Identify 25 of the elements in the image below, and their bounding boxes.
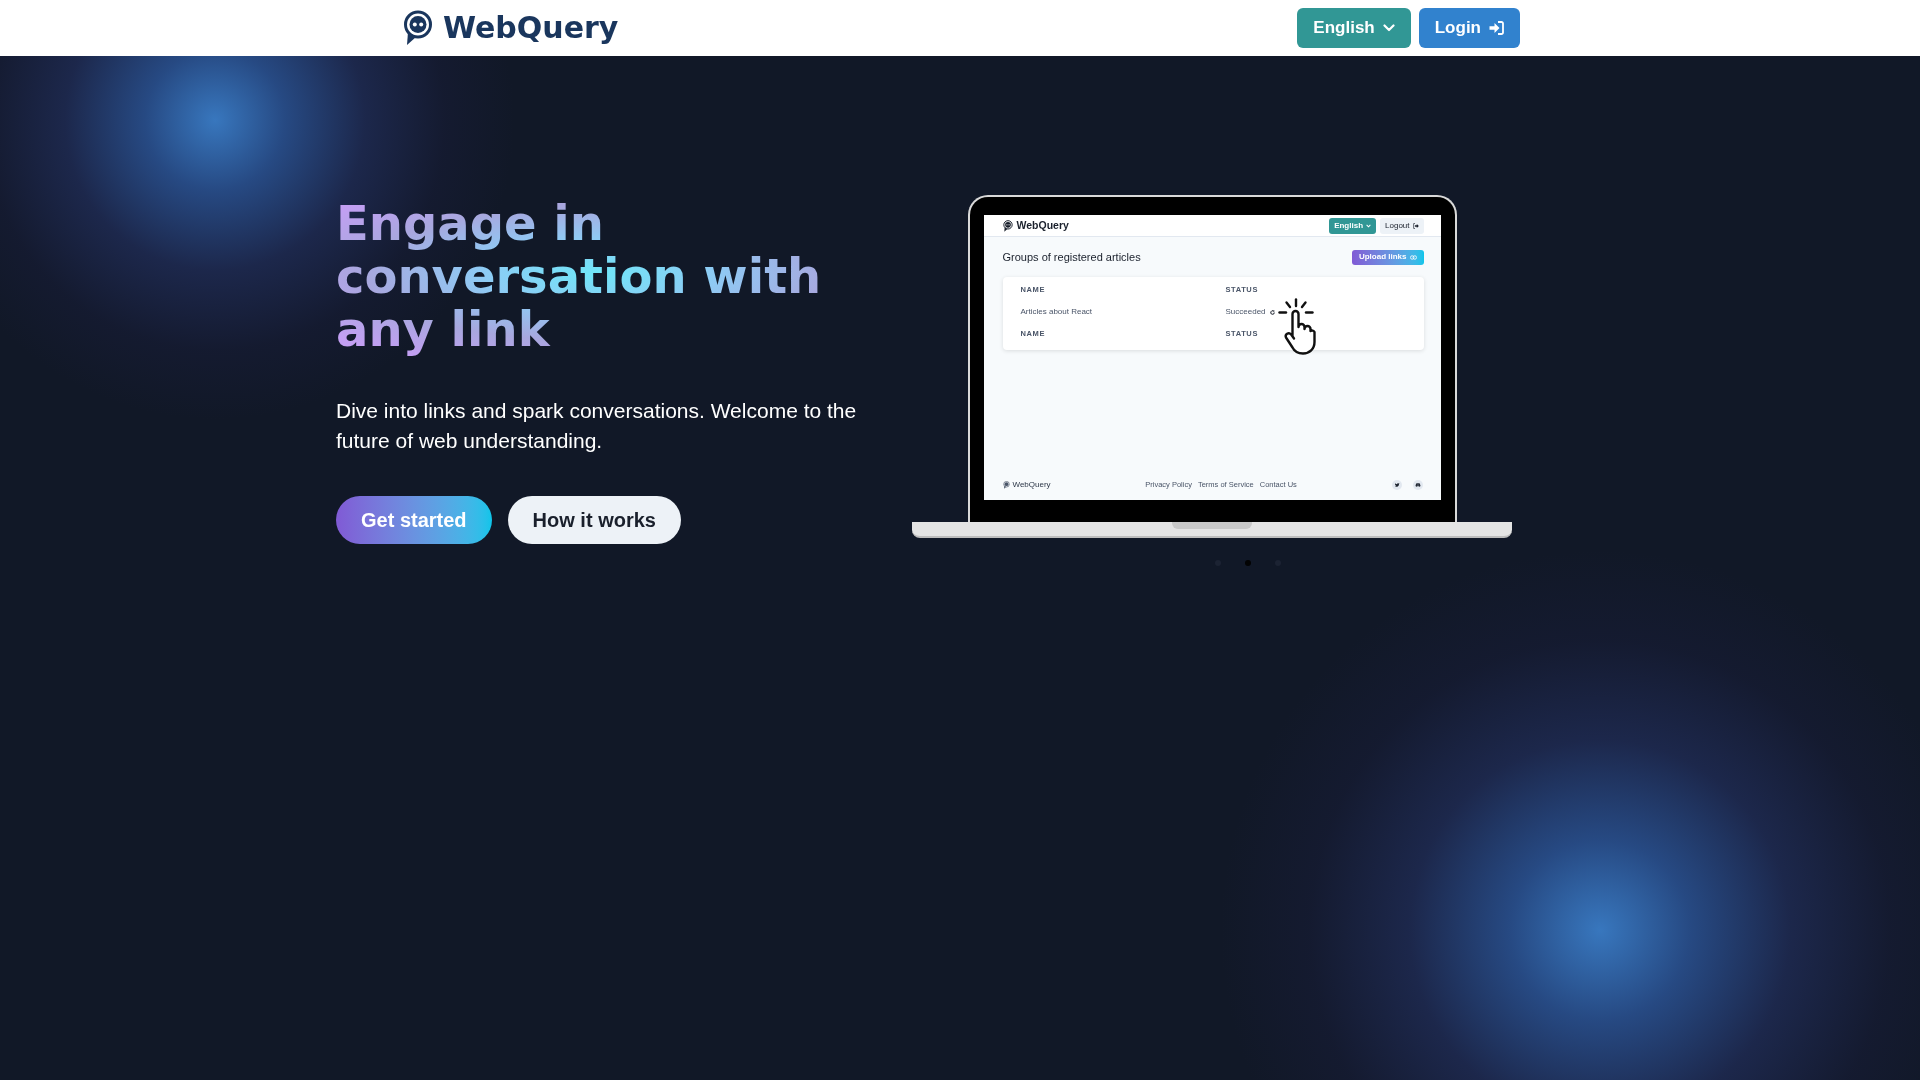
table-cell: Succeeded	[1225, 308, 1266, 316]
refresh-icon[interactable]	[1269, 309, 1275, 315]
page-title: Groups of registered articles	[1002, 251, 1141, 263]
hero-subtitle: Dive into links and spark conversations. Welcome to the future of web understanding.	[336, 398, 858, 454]
brand-name: WebQuery	[1012, 481, 1051, 489]
logout-button[interactable]: Logout	[1380, 217, 1424, 234]
login-icon	[1489, 21, 1504, 35]
chevron-down-icon	[1382, 24, 1395, 32]
brand-name[interactable]: WebQuery	[443, 13, 619, 43]
table-cell: Articles about React	[1020, 308, 1093, 316]
language-button[interactable]: English	[1329, 217, 1377, 234]
login-button[interactable]: Login	[1418, 8, 1520, 48]
how-it-works-button[interactable]: How it works	[507, 496, 681, 544]
controller-icon[interactable]	[1412, 480, 1423, 490]
chat-bubble-logo-icon	[1002, 481, 1010, 489]
chevron-down-icon	[1366, 223, 1372, 228]
chat-bubble-logo-icon	[1002, 219, 1013, 232]
language-button[interactable]: English	[1297, 8, 1411, 48]
logout-icon	[1412, 222, 1419, 229]
brand-name: WebQuery	[1016, 220, 1069, 231]
chat-bubble-logo-icon	[403, 10, 433, 46]
link-icon	[1409, 254, 1417, 260]
get-started-button[interactable]: Get started	[336, 496, 492, 544]
upload-links-button[interactable]: Upload links	[1351, 249, 1424, 265]
bird-icon[interactable]	[1391, 480, 1402, 490]
